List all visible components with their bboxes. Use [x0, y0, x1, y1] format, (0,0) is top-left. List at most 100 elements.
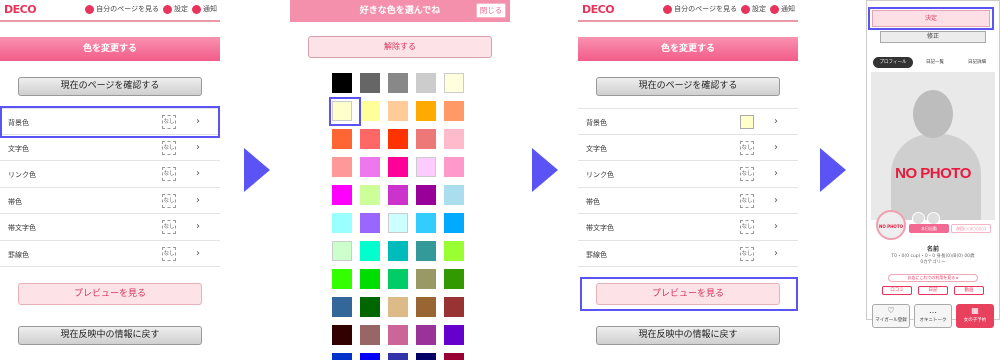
color-swatch[interactable]	[444, 157, 464, 177]
color-swatch[interactable]	[332, 353, 352, 360]
color-swatch[interactable]	[360, 353, 380, 360]
color-swatch[interactable]	[444, 101, 464, 121]
revise-button[interactable]: 修正	[880, 31, 986, 43]
close-button[interactable]: 閉じる	[476, 3, 506, 18]
color-swatch[interactable]	[360, 325, 380, 345]
tab-diary-detail[interactable]: 日記詳細	[957, 57, 997, 68]
release-button[interactable]: 解除する	[308, 36, 492, 58]
color-swatch[interactable]	[444, 185, 464, 205]
color-value: なし	[162, 246, 176, 261]
color-swatch[interactable]	[332, 73, 352, 93]
color-row-band-text[interactable]: 帯文字色 なし ›	[578, 214, 798, 241]
site-header: DECO 自分のページを見る 設定 通知	[578, 0, 798, 22]
reserve-button[interactable]: ▦ 女の子予約	[956, 304, 994, 328]
color-swatch[interactable]	[388, 101, 408, 121]
color-swatch[interactable]	[416, 269, 436, 289]
color-swatch[interactable]	[388, 213, 408, 233]
video-button[interactable]: 動画	[954, 286, 984, 295]
color-swatch[interactable]	[416, 157, 436, 177]
color-swatch[interactable]	[360, 269, 380, 289]
color-swatch[interactable]	[388, 157, 408, 177]
color-row-band[interactable]: 帯色 なし ›	[578, 188, 798, 214]
my-page-link[interactable]: 自分のページを見る	[85, 4, 159, 14]
check-page-button[interactable]: 現在のページを確認する	[18, 77, 202, 96]
color-swatch[interactable]	[360, 129, 380, 149]
color-swatch[interactable]	[416, 129, 436, 149]
color-row-link[interactable]: リンク色 なし ›	[578, 161, 798, 188]
color-swatch[interactable]	[388, 325, 408, 345]
color-swatch[interactable]	[332, 241, 352, 261]
shop-link[interactable]: お店にこれでの利用を見る ▸	[888, 274, 978, 282]
site-logo[interactable]: DECO	[582, 3, 615, 16]
color-rows: 背景色 › 文字色 なし › リンク色 なし › 帯色 なし › 帯文字色 なし › 罫線色 なし ›	[578, 108, 798, 267]
color-swatch[interactable]	[444, 325, 464, 345]
okini-talk-button[interactable]: … オキニトーク	[914, 304, 952, 328]
color-swatch[interactable]	[360, 101, 380, 121]
notifications-link[interactable]: 通知	[770, 4, 795, 14]
color-swatch[interactable]	[332, 297, 352, 317]
revert-button[interactable]: 現在反映中の情報に戻す	[18, 326, 202, 345]
color-swatch[interactable]	[388, 353, 408, 360]
color-swatch[interactable]	[444, 353, 464, 360]
color-swatch[interactable]	[416, 353, 436, 360]
color-swatch[interactable]	[388, 297, 408, 317]
revert-button[interactable]: 現在反映中の情報に戻す	[596, 326, 780, 345]
color-swatch[interactable]	[444, 269, 464, 289]
color-swatch[interactable]	[360, 213, 380, 233]
color-swatch[interactable]	[388, 129, 408, 149]
color-swatch[interactable]	[416, 185, 436, 205]
color-swatch[interactable]	[444, 129, 464, 149]
color-swatch[interactable]	[332, 269, 352, 289]
diary-button[interactable]: 日記	[918, 286, 948, 295]
my-girl-button[interactable]: ♡ マイガール登録	[872, 304, 910, 328]
color-swatch[interactable]	[332, 213, 352, 233]
color-swatch[interactable]	[444, 73, 464, 93]
chevron-right-icon: ›	[196, 221, 200, 232]
color-swatch[interactable]	[332, 185, 352, 205]
color-swatch[interactable]	[416, 101, 436, 121]
color-swatch[interactable]	[360, 241, 380, 261]
color-swatch[interactable]	[360, 297, 380, 317]
color-swatch[interactable]	[388, 73, 408, 93]
color-settings-panel-updated: DECO 自分のページを見る 設定 通知 色を変更する 現在のページを確認する …	[578, 0, 798, 360]
highlight-frame	[868, 7, 994, 30]
review-button[interactable]: 口コミ	[882, 286, 912, 295]
color-swatch[interactable]	[416, 213, 436, 233]
color-swatch[interactable]	[416, 73, 436, 93]
notifications-link[interactable]: 通知	[192, 4, 217, 14]
color-row-border[interactable]: 罫線色 なし ›	[578, 241, 798, 267]
color-swatch[interactable]	[360, 185, 380, 205]
color-swatch[interactable]	[360, 157, 380, 177]
tab-diary-list[interactable]: 日記一覧	[915, 57, 955, 68]
color-row-text[interactable]: 文字色 なし ›	[0, 135, 220, 161]
color-swatch[interactable]	[332, 325, 352, 345]
color-row-link[interactable]: リンク色 なし ›	[0, 161, 220, 188]
color-swatch[interactable]	[444, 241, 464, 261]
color-swatch[interactable]	[416, 325, 436, 345]
settings-link[interactable]: 設定	[163, 4, 188, 14]
color-row-band[interactable]: 帯色 なし ›	[0, 188, 220, 214]
person-icon	[85, 4, 95, 14]
preview-button[interactable]: プレビューを見る	[18, 283, 202, 305]
color-swatch[interactable]	[388, 269, 408, 289]
color-row-border[interactable]: 罫線色 なし ›	[0, 241, 220, 267]
color-swatch[interactable]	[444, 213, 464, 233]
color-swatch[interactable]	[416, 297, 436, 317]
color-row-band-text[interactable]: 帯文字色 なし ›	[0, 214, 220, 241]
color-value: なし	[162, 193, 176, 208]
site-logo[interactable]: DECO	[4, 3, 37, 16]
settings-link[interactable]: 設定	[741, 4, 766, 14]
color-row-background[interactable]: 背景色 ›	[578, 108, 798, 135]
my-page-link[interactable]: 自分のページを見る	[663, 4, 737, 14]
color-swatch[interactable]	[416, 241, 436, 261]
color-swatch[interactable]	[332, 157, 352, 177]
color-swatch[interactable]	[388, 185, 408, 205]
color-row-text[interactable]: 文字色 なし ›	[578, 135, 798, 161]
check-page-button[interactable]: 現在のページを確認する	[596, 77, 780, 96]
next-shift-badge: 次回○○/○○(○)	[951, 224, 991, 233]
color-swatch[interactable]	[444, 297, 464, 317]
color-swatch[interactable]	[388, 241, 408, 261]
color-swatch[interactable]	[332, 129, 352, 149]
color-swatch[interactable]	[360, 73, 380, 93]
tab-profile[interactable]: プロフィール	[873, 57, 913, 68]
